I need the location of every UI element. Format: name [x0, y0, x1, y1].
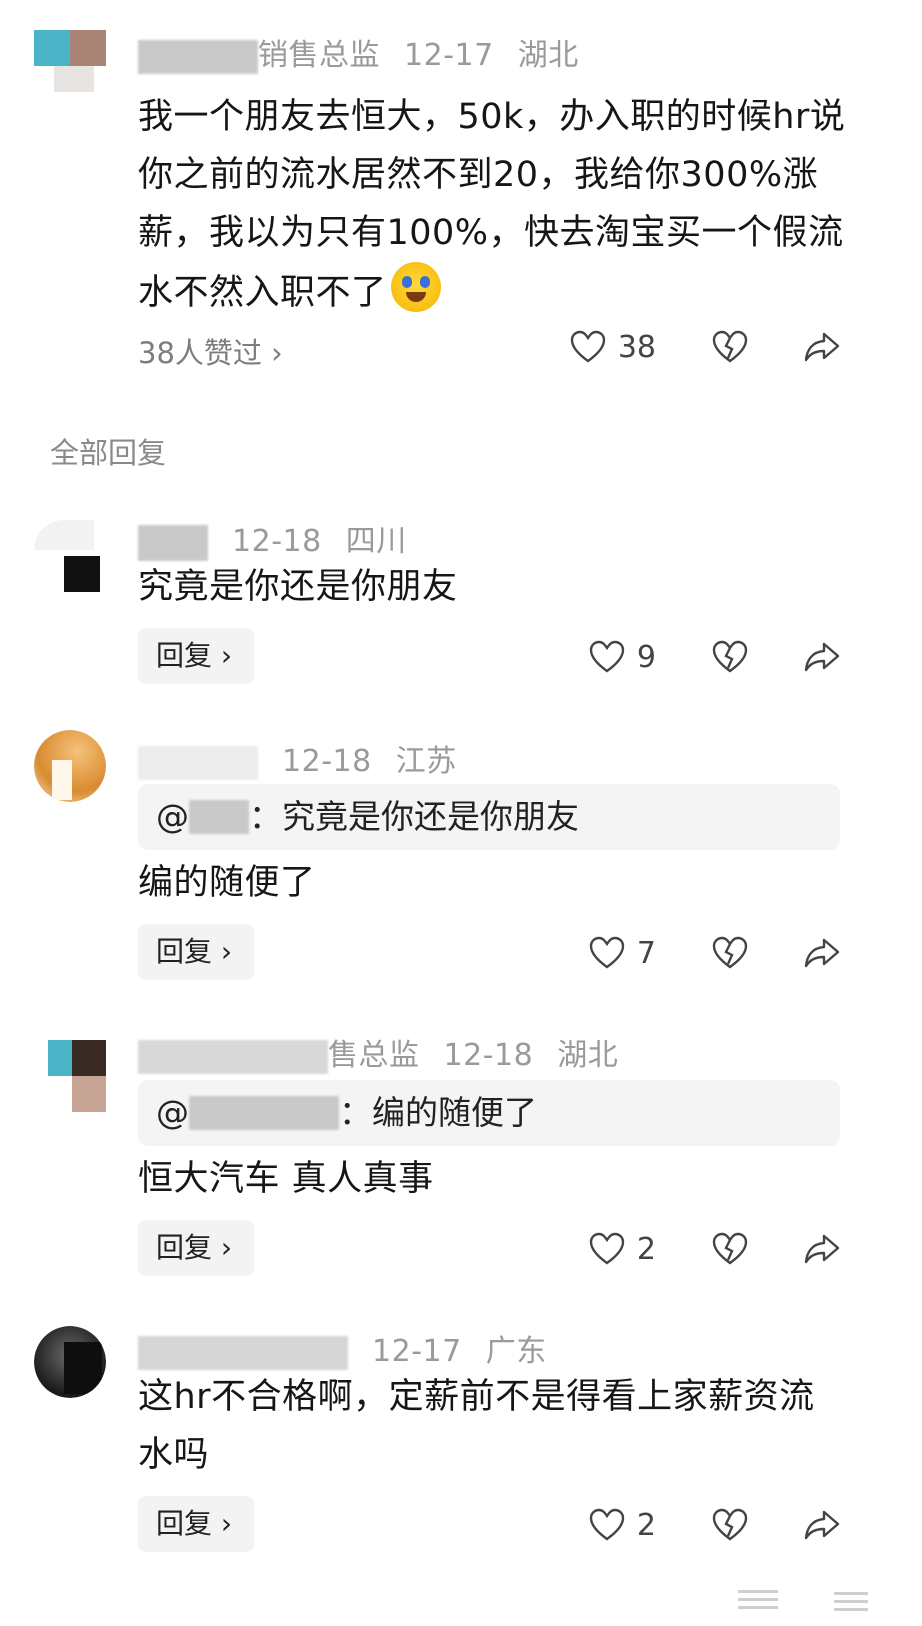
- like-count: 7: [636, 935, 656, 971]
- reply-date: 12-18: [282, 744, 372, 779]
- reply-button[interactable]: 回复 ›: [138, 1220, 254, 1276]
- dislike-button[interactable]: [712, 936, 748, 970]
- reply-meta: 售总监 12-18 湖北: [138, 1030, 632, 1074]
- watermark-icon: [738, 1572, 868, 1616]
- reply-location: 四川: [345, 524, 407, 559]
- like-button[interactable]: 2: [589, 1508, 656, 1543]
- reply-text: 究竟是你还是你朋友: [138, 567, 458, 607]
- comment-date: 12-17: [404, 38, 494, 73]
- heart-icon: [570, 330, 606, 363]
- like-count: 2: [636, 1507, 656, 1543]
- heart-icon: [589, 936, 625, 969]
- reply-date: 12-18: [443, 1038, 534, 1073]
- share-button[interactable]: [804, 1233, 840, 1265]
- reply-actions: 2: [589, 1224, 840, 1274]
- dislike-button[interactable]: [712, 640, 748, 674]
- avatar[interactable]: [34, 730, 106, 802]
- author-name-suffix[interactable]: 售总监: [328, 1038, 420, 1073]
- heart-icon: [589, 1232, 625, 1265]
- reply-text: 编的随便了: [138, 863, 316, 903]
- reply-date: 12-18: [232, 524, 322, 559]
- reply-actions: 7: [589, 928, 840, 978]
- share-button[interactable]: [804, 937, 840, 969]
- quote-text: ：编的随便了: [339, 1093, 537, 1132]
- author-name-redacted: [138, 39, 258, 74]
- share-button[interactable]: [804, 641, 840, 673]
- broken-heart-icon: [712, 1232, 748, 1265]
- reply-button[interactable]: 回复 ›: [138, 1496, 254, 1552]
- dislike-button[interactable]: [712, 1508, 748, 1542]
- broken-heart-icon: [712, 936, 748, 969]
- reply-location: 湖北: [557, 1038, 619, 1073]
- heart-icon: [589, 640, 625, 673]
- quote-text: ：究竟是你还是你朋友: [249, 797, 579, 836]
- author-name-redacted[interactable]: [138, 1335, 348, 1370]
- author-name-redacted[interactable]: [138, 524, 208, 561]
- quote-mention-prefix: @: [156, 1093, 189, 1132]
- comment-location: 湖北: [517, 38, 579, 73]
- like-count: 9: [636, 639, 656, 675]
- crying-laughing-emoji-icon: [390, 262, 441, 312]
- reply-text: 恒大汽车 真人真事: [138, 1159, 434, 1199]
- share-button[interactable]: [804, 331, 840, 363]
- author-name-suffix[interactable]: 销售总监: [258, 38, 380, 73]
- dislike-button[interactable]: [712, 1232, 748, 1266]
- reply-meta: 12-17 广东: [138, 1326, 561, 1370]
- author-name-redacted[interactable]: [138, 745, 258, 780]
- mentioned-user-redacted[interactable]: [189, 1096, 339, 1130]
- like-count: 2: [636, 1231, 656, 1267]
- broken-heart-icon: [712, 640, 748, 673]
- reply-location: 广东: [485, 1334, 547, 1369]
- like-count: 38: [617, 329, 656, 365]
- comment-actions: 38: [570, 322, 840, 372]
- like-button[interactable]: 7: [589, 936, 656, 971]
- quoted-reply: @ ：究竟是你还是你朋友: [138, 784, 840, 850]
- author-name-redacted: [138, 1039, 328, 1074]
- reply-location: 江苏: [395, 744, 457, 779]
- reply-actions: 2: [589, 1500, 840, 1550]
- section-title: 全部回复: [50, 436, 167, 470]
- share-icon: [804, 1510, 840, 1540]
- heart-icon: [589, 1508, 625, 1541]
- comment-meta: 销售总监 12-17 湖北: [138, 30, 593, 74]
- dislike-button[interactable]: [712, 330, 748, 364]
- share-icon: [804, 642, 840, 672]
- avatar[interactable]: [34, 1326, 106, 1398]
- quote-mention-prefix: @: [156, 797, 189, 836]
- share-button[interactable]: [804, 1509, 840, 1541]
- avatar[interactable]: [34, 30, 106, 102]
- avatar[interactable]: [34, 520, 106, 592]
- reply-button[interactable]: 回复 ›: [138, 924, 254, 980]
- avatar[interactable]: [34, 1040, 106, 1112]
- reply-date: 12-17: [372, 1334, 462, 1369]
- reply-meta: 12-18 江苏: [138, 736, 471, 780]
- share-icon: [804, 938, 840, 968]
- like-button[interactable]: 2: [589, 1232, 656, 1267]
- like-button[interactable]: 38: [570, 330, 656, 365]
- reply-button[interactable]: 回复 ›: [138, 628, 254, 684]
- quoted-reply: @ ：编的随便了: [138, 1080, 840, 1146]
- reply-actions: 9: [589, 632, 840, 682]
- share-icon: [804, 1234, 840, 1264]
- broken-heart-icon: [712, 1508, 748, 1541]
- likers-link[interactable]: 38人赞过 ›: [138, 330, 283, 372]
- reply-meta: 12-18 四川: [138, 516, 421, 561]
- like-button[interactable]: 9: [589, 640, 656, 675]
- mentioned-user-redacted[interactable]: [189, 800, 249, 834]
- comment-text: 我一个朋友去恒大，50k，办入职的时候hr说你之前的流水居然不到20，我给你30…: [138, 97, 846, 313]
- share-icon: [804, 332, 840, 362]
- reply-text: 这hr不合格啊，定薪前不是得看上家薪资流水吗: [138, 1377, 815, 1475]
- broken-heart-icon: [712, 330, 748, 363]
